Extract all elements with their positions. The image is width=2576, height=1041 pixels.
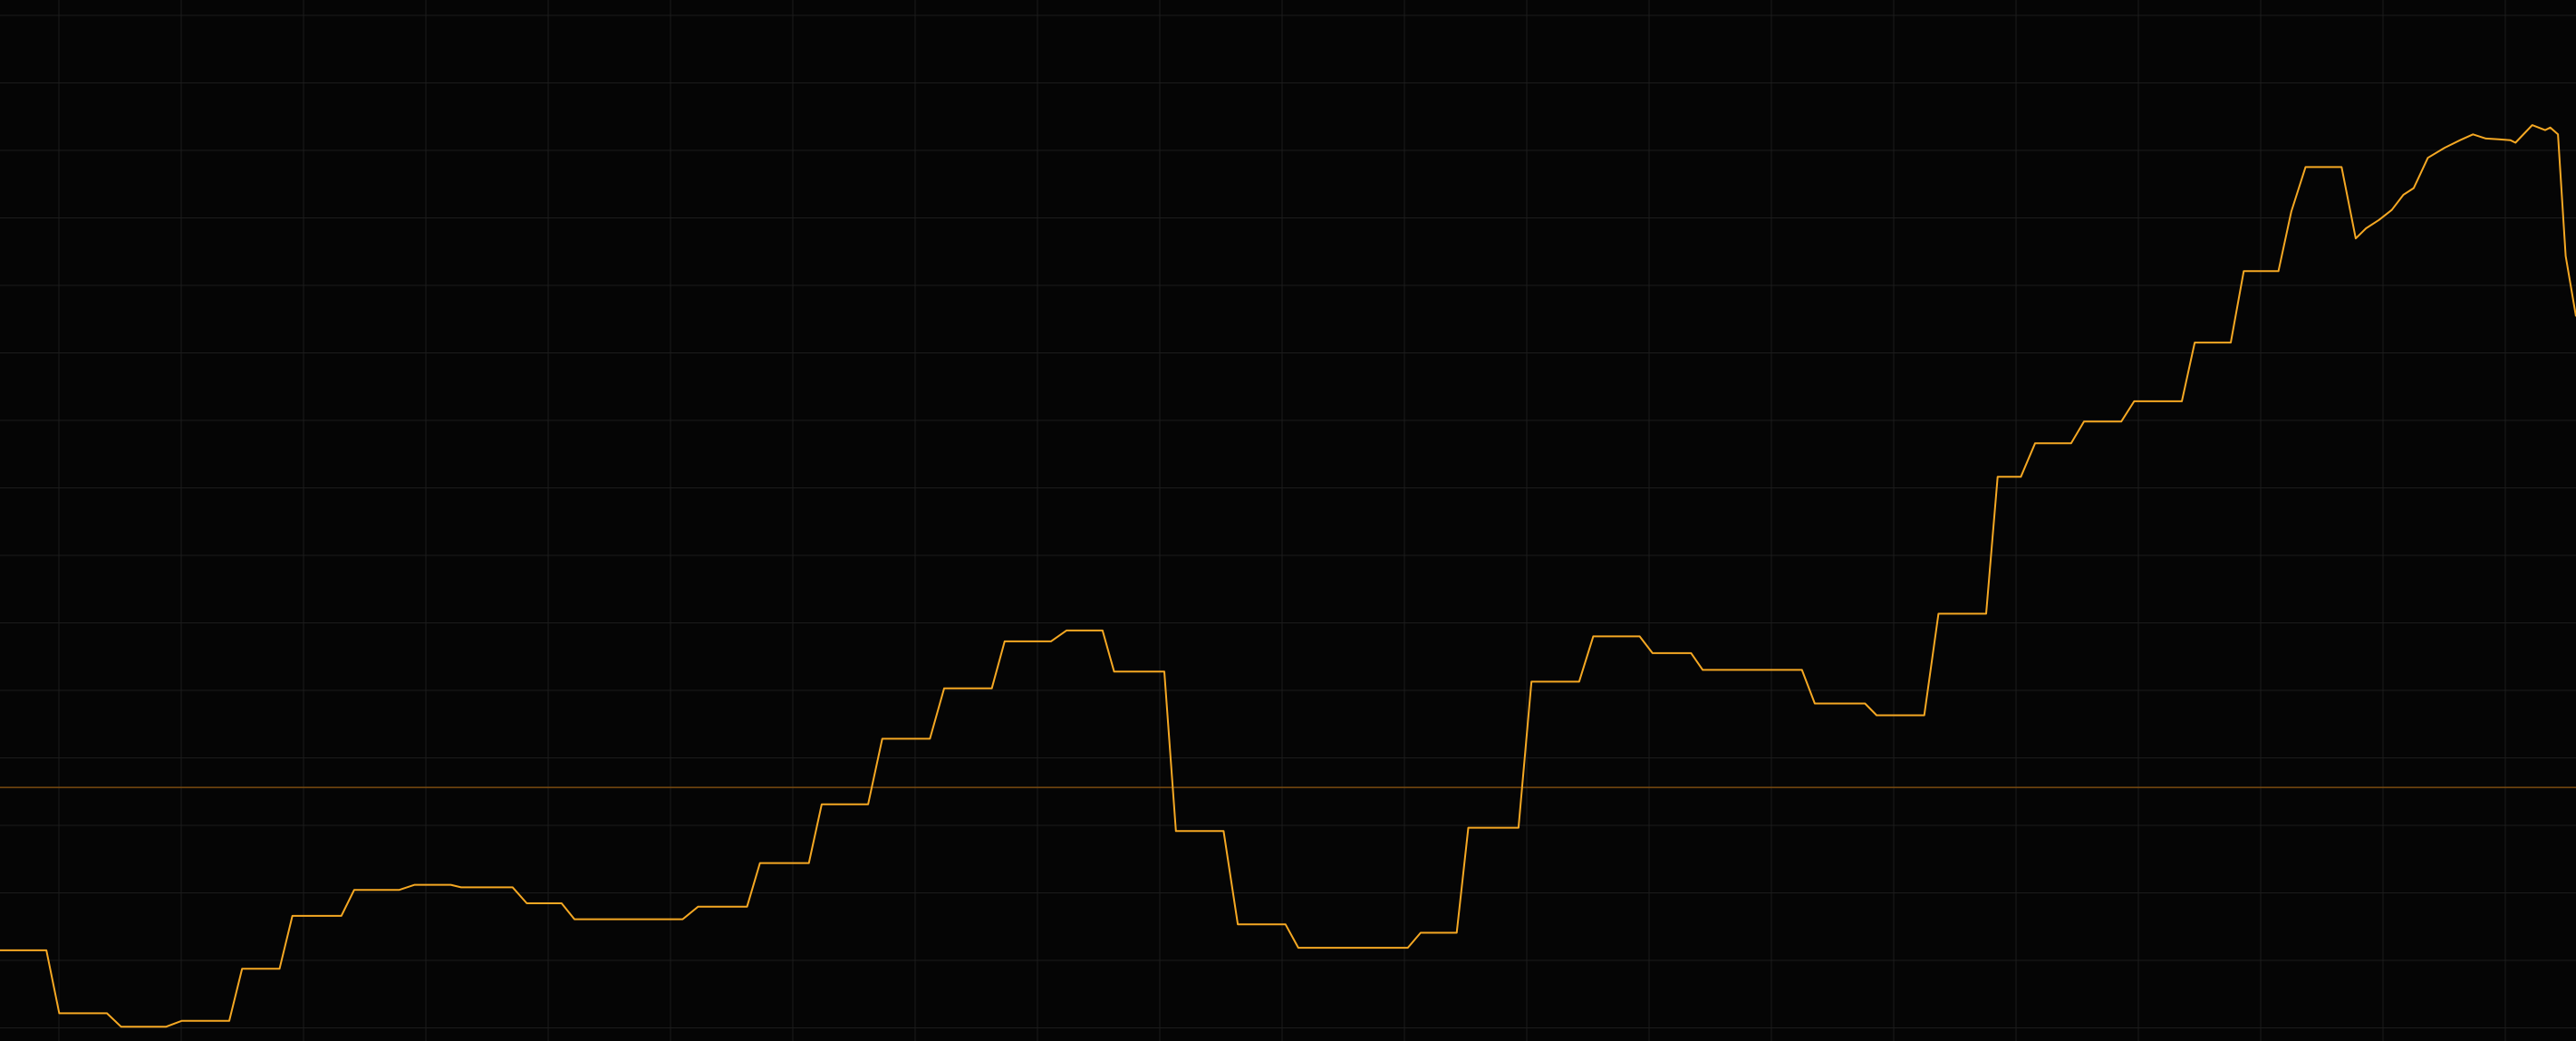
chart-area xyxy=(0,0,2576,1041)
plot-background xyxy=(0,0,2576,1041)
line-chart xyxy=(0,0,2576,1041)
